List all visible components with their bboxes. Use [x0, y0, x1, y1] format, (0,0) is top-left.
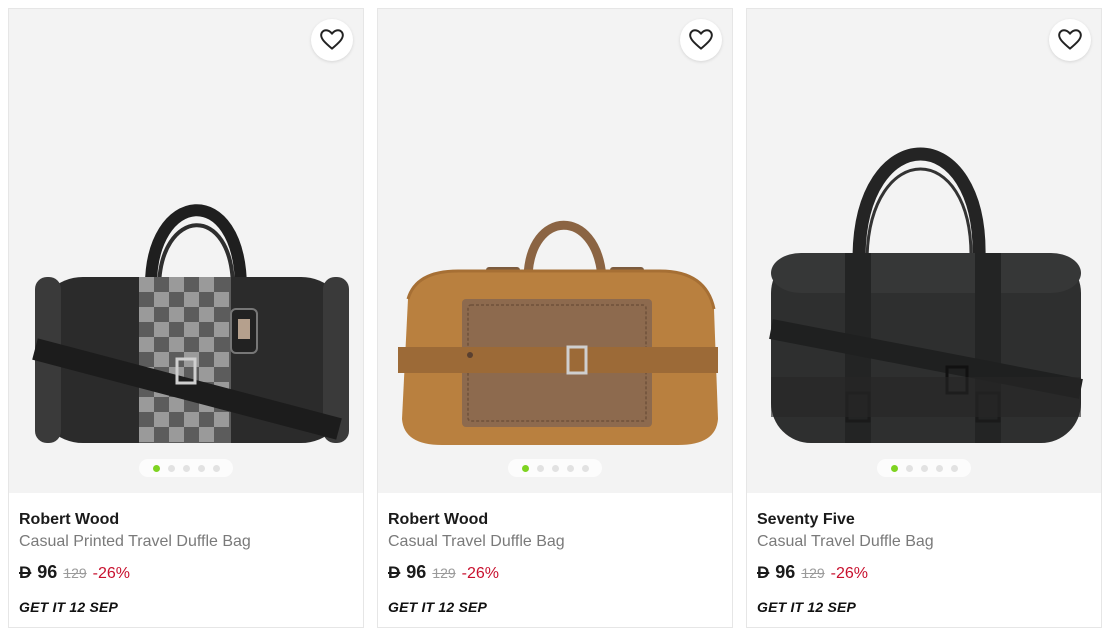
currency-symbol: D — [19, 563, 32, 582]
product-brand: Robert Wood — [388, 511, 489, 528]
discount-badge: -26% — [830, 565, 869, 582]
product-card[interactable]: Robert Wood Casual Printed Travel Duffle… — [8, 8, 364, 628]
currency-symbol: D — [757, 563, 770, 582]
carousel-dot-active[interactable] — [521, 464, 529, 472]
carousel-dot[interactable] — [935, 464, 943, 472]
image-carousel-dots[interactable] — [139, 459, 233, 477]
current-price: 96 — [37, 562, 58, 582]
carousel-dot-active[interactable] — [152, 464, 160, 472]
carousel-dot[interactable] — [920, 464, 928, 472]
bag-image-tan-canvas-duffle — [398, 220, 718, 445]
price-row: D 96 129 -26% — [19, 561, 353, 585]
image-carousel-dots[interactable] — [508, 459, 602, 477]
delivery-estimate: GET IT 12 SEP — [757, 599, 857, 615]
product-image[interactable] — [747, 9, 1101, 493]
product-image[interactable] — [9, 9, 363, 493]
carousel-dot[interactable] — [167, 464, 175, 472]
carousel-dot[interactable] — [536, 464, 544, 472]
product-brand: Seventy Five — [757, 511, 855, 528]
product-brand: Robert Wood — [19, 511, 120, 528]
product-image[interactable] — [378, 9, 732, 493]
carousel-dot[interactable] — [551, 464, 559, 472]
delivery-estimate: GET IT 12 SEP — [388, 599, 488, 615]
price-row: D 96 129 -26% — [757, 561, 1091, 585]
wishlist-button[interactable] — [311, 19, 353, 61]
product-grid: Robert Wood Casual Printed Travel Duffle… — [0, 0, 1114, 641]
currency-symbol: D — [388, 563, 401, 582]
product-info[interactable]: Robert Wood Casual Printed Travel Duffle… — [19, 509, 353, 615]
discount-badge: -26% — [461, 565, 500, 582]
current-price: 96 — [775, 562, 796, 582]
wishlist-button[interactable] — [680, 19, 722, 61]
original-price: 129 — [432, 565, 456, 581]
price-row: D 96 129 -26% — [388, 561, 722, 585]
product-card[interactable]: Seventy Five Casual Travel Duffle Bag D … — [746, 8, 1102, 628]
current-price: 96 — [406, 562, 427, 582]
original-price: 129 — [63, 565, 87, 581]
image-carousel-dots[interactable] — [877, 459, 971, 477]
carousel-dot[interactable] — [182, 464, 190, 472]
product-info[interactable]: Seventy Five Casual Travel Duffle Bag D … — [757, 509, 1091, 615]
heart-outline-icon — [320, 29, 344, 50]
product-title[interactable]: Casual Travel Duffle Bag — [388, 531, 722, 553]
heart-outline-icon — [1058, 29, 1082, 50]
bag-image-black-nylon-duffle — [769, 147, 1083, 443]
discount-badge: -26% — [92, 565, 131, 582]
bag-image-checkered-duffle — [32, 204, 349, 443]
delivery-estimate: GET IT 12 SEP — [19, 599, 119, 615]
heart-outline-icon — [689, 29, 713, 50]
carousel-dot[interactable] — [197, 464, 205, 472]
carousel-dot[interactable] — [581, 464, 589, 472]
carousel-dot[interactable] — [566, 464, 574, 472]
product-info[interactable]: Robert Wood Casual Travel Duffle Bag D 9… — [388, 509, 722, 615]
carousel-dot[interactable] — [950, 464, 958, 472]
carousel-dot[interactable] — [905, 464, 913, 472]
wishlist-button[interactable] — [1049, 19, 1091, 61]
carousel-dot-active[interactable] — [890, 464, 898, 472]
original-price: 129 — [801, 565, 825, 581]
product-title[interactable]: Casual Printed Travel Duffle Bag — [19, 531, 353, 553]
product-card[interactable]: Robert Wood Casual Travel Duffle Bag D 9… — [377, 8, 733, 628]
carousel-dot[interactable] — [212, 464, 220, 472]
product-title[interactable]: Casual Travel Duffle Bag — [757, 531, 1091, 553]
